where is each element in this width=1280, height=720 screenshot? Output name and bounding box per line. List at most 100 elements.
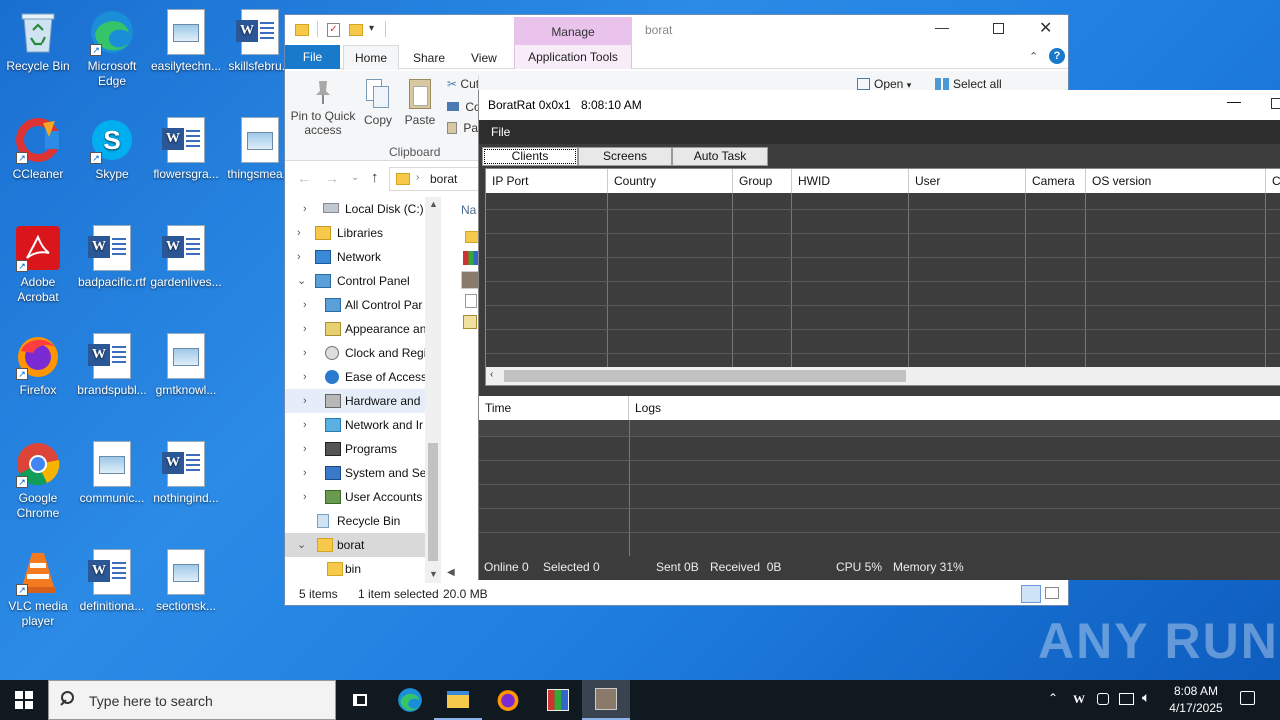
scroll-thumb[interactable] [504, 370, 906, 382]
taskbar-firefox[interactable] [484, 680, 532, 720]
copy-button[interactable]: Copy [361, 79, 395, 127]
notifications-icon[interactable] [1240, 691, 1255, 705]
pin-to-quick-access-button[interactable]: Pin to Quick access [289, 79, 357, 137]
tree-item-all-control-panel[interactable]: › All Control Par [285, 293, 425, 317]
clients-grid[interactable]: IP Port Country Group HWID User Camera O… [485, 168, 1280, 386]
large-icons-view-button[interactable] [1045, 587, 1059, 599]
desktop-icon-sectionsk[interactable]: sectionsk... [148, 548, 224, 614]
tab-application-tools[interactable]: Application Tools [514, 45, 632, 69]
column-os-version[interactable]: OS version [1086, 169, 1266, 193]
scroll-thumb[interactable] [428, 443, 438, 561]
desktop-icon-google-chrome[interactable]: ↗ Google Chrome [0, 440, 76, 521]
column-group[interactable]: Group [733, 169, 792, 193]
desktop-icon-gmtknowl[interactable]: gmtknowl... [148, 332, 224, 398]
desktop-icon-gardenlives[interactable]: W gardenlives... [148, 224, 224, 290]
meet-now-icon[interactable] [1097, 693, 1109, 705]
tab-home[interactable]: Home [343, 45, 399, 70]
desktop-icon-recycle-bin[interactable]: Recycle Bin [0, 8, 76, 74]
desktop-icon-nothingind[interactable]: W nothingind... [148, 440, 224, 506]
tree-item-programs[interactable]: › Programs [285, 437, 425, 461]
tree-item-libraries[interactable]: › Libraries [285, 221, 425, 245]
scroll-down-icon[interactable]: ▼ [429, 569, 438, 579]
up-arrow-icon[interactable]: ↑ [371, 169, 379, 186]
winrar-tray-icon[interactable]: W [1073, 692, 1085, 707]
tree-item-local-disk[interactable]: › Local Disk (C:) [285, 197, 425, 221]
address-bar[interactable]: › borat [389, 167, 479, 191]
menu-file[interactable]: File [491, 125, 510, 139]
taskbar-winrar[interactable] [534, 680, 582, 720]
scroll-up-icon[interactable]: ▲ [429, 199, 438, 209]
tree-item-appearance[interactable]: › Appearance an [285, 317, 425, 341]
collapse-ribbon-icon[interactable]: ⌃ [1029, 50, 1038, 63]
help-icon[interactable]: ? [1049, 48, 1065, 64]
tree-item-bin[interactable]: bin [285, 557, 425, 581]
minimize-button[interactable]: — [935, 19, 949, 35]
back-arrow-icon[interactable]: ← [297, 170, 311, 186]
tab-view[interactable]: View [463, 47, 505, 69]
taskbar-edge[interactable] [386, 680, 434, 720]
tab-clients[interactable]: Clients [482, 147, 578, 166]
tab-auto-task[interactable]: Auto Task [672, 147, 768, 166]
maximize-button[interactable] [1271, 98, 1280, 109]
taskbar-search-box[interactable]: Type here to search [48, 680, 336, 720]
forward-arrow-icon[interactable]: → [325, 170, 339, 186]
column-user[interactable]: User [909, 169, 1026, 193]
tree-item-recycle-bin[interactable]: Recycle Bin [285, 509, 425, 533]
column-logs[interactable]: Logs [629, 396, 1280, 420]
horizontal-scroll-left-icon[interactable]: ◀ [447, 567, 455, 578]
desktop-icon-definitiona[interactable]: W definitiona... [74, 548, 150, 614]
tree-item-ease-of-access[interactable]: › Ease of Access [285, 365, 425, 389]
scroll-left-icon[interactable]: ‹ [490, 369, 493, 380]
column-time[interactable]: Time [479, 396, 629, 420]
network-tray-icon[interactable] [1119, 693, 1134, 705]
copy-path-button[interactable]: Co [447, 100, 481, 114]
desktop-icon-microsoft-edge[interactable]: ↗ Microsoft Edge [74, 8, 150, 89]
desktop-icon-firefox[interactable]: ↗ Firefox [0, 332, 76, 398]
taskbar-boratrat[interactable] [582, 680, 630, 720]
desktop-icon-ccleaner[interactable]: ↗ CCleaner [0, 116, 76, 182]
tree-scrollbar[interactable]: ▲ ▼ [425, 197, 441, 583]
taskbar-file-explorer[interactable] [434, 680, 482, 720]
close-button[interactable]: ✕ [1039, 18, 1052, 38]
desktop-icon-skype[interactable]: S ↗ Skype [74, 116, 150, 182]
maximize-button[interactable] [993, 23, 1004, 34]
tree-item-control-panel[interactable]: ⌄ Control Panel [285, 269, 425, 293]
tree-item-hardware-sound[interactable]: › Hardware and [285, 389, 425, 413]
volume-icon[interactable]: 🔈︎ [1142, 689, 1150, 706]
new-folder-icon[interactable] [349, 24, 363, 36]
tab-screens[interactable]: Screens [578, 147, 672, 166]
customize-qat-icon[interactable]: ▾ [369, 23, 374, 34]
details-view-button[interactable] [1021, 585, 1041, 603]
logs-grid[interactable]: Time Logs [479, 396, 1280, 556]
properties-icon[interactable]: ✓ [327, 23, 340, 37]
tree-item-borat[interactable]: ⌄ borat [285, 533, 425, 557]
desktop-icon-brandspubl[interactable]: W brandspubl... [74, 332, 150, 398]
column-hwid[interactable]: HWID [792, 169, 909, 193]
show-hidden-icons-chevron[interactable]: ⌃ [1048, 691, 1058, 705]
desktop-icon-easilytechn[interactable]: easilytechn... [148, 8, 224, 74]
desktop-icon-communic[interactable]: communic... [74, 440, 150, 506]
tree-item-network-internet[interactable]: › Network and Ir [285, 413, 425, 437]
select-all-button[interactable]: Select all [935, 77, 1002, 91]
start-button[interactable] [0, 680, 48, 720]
column-cl[interactable]: Cl [1266, 169, 1280, 193]
column-camera[interactable]: Camera [1026, 169, 1086, 193]
cut-button[interactable]: ✂ Cut [447, 77, 479, 91]
recent-locations-icon[interactable]: ⌄ [351, 172, 359, 183]
minimize-button[interactable]: — [1227, 93, 1241, 109]
open-button[interactable]: Open ▾ [857, 77, 911, 91]
tree-item-network[interactable]: › Network [285, 245, 425, 269]
paste-button[interactable]: Paste [403, 79, 437, 127]
desktop-icon-adobe-acrobat[interactable]: ↗ Adobe Acrobat [0, 224, 76, 305]
tab-share[interactable]: Share [405, 47, 453, 69]
column-country[interactable]: Country [608, 169, 733, 193]
taskbar-clock[interactable]: 8:08 AM 4/17/2025 [1166, 683, 1226, 717]
tab-file[interactable]: File [285, 45, 340, 69]
desktop-icon-flowersgra[interactable]: W flowersgra... [148, 116, 224, 182]
file-list-column-name[interactable]: Na [461, 203, 476, 217]
desktop-icon-vlc[interactable]: ↗ VLC media player [0, 548, 76, 629]
tree-item-user-accounts[interactable]: › User Accounts [285, 485, 425, 509]
task-view-button[interactable] [336, 680, 384, 720]
desktop-icon-badpacific[interactable]: W badpacific.rtf [74, 224, 150, 290]
column-ip-port[interactable]: IP Port [486, 169, 608, 193]
